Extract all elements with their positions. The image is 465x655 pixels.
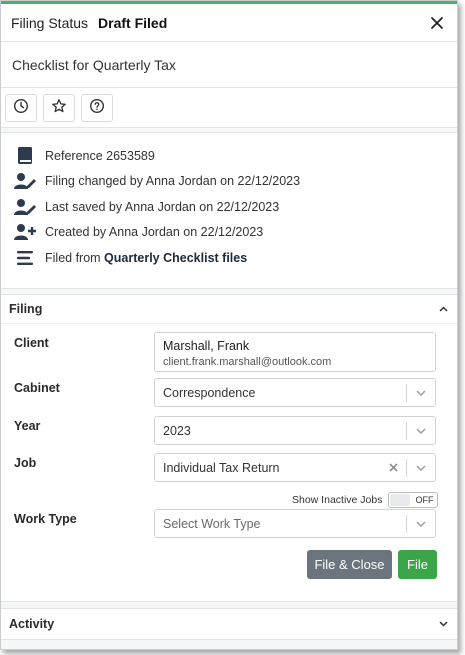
cabinet-value: Correspondence <box>163 385 256 400</box>
filing-status-value: Draft Filed <box>98 14 168 31</box>
cabinet-select[interactable]: Correspondence <box>154 378 436 407</box>
star-icon <box>51 98 67 117</box>
chevron-down-icon[interactable] <box>407 454 435 481</box>
toolbar <box>1 88 457 128</box>
filing-section-title: Filing <box>9 302 43 316</box>
show-inactive-jobs-row: Show Inactive Jobs OFF <box>292 492 439 508</box>
client-email: client.frank.marshall@outlook.com <box>163 356 332 368</box>
page-title: Checklist for Quarterly Tax <box>1 42 457 88</box>
job-select[interactable]: Individual Tax Return <box>154 453 436 482</box>
info-created: Created by Anna Jordan on 22/12/2023 <box>13 220 445 246</box>
filing-status-panel: Filing Status Draft Filed Checklist for … <box>0 0 458 650</box>
filed-from-source-link[interactable]: Quarterly Checklist files <box>104 251 247 265</box>
clear-icon[interactable] <box>380 454 406 481</box>
chevron-down-icon[interactable] <box>407 510 435 537</box>
client-name: Marshall, Frank <box>163 339 250 353</box>
show-inactive-jobs-label: Show Inactive Jobs <box>292 494 383 506</box>
info-changed: Filing changed by Anna Jordan on 22/12/2… <box>13 169 445 195</box>
user-plus-icon <box>13 222 37 242</box>
filing-section: Filing Client Marshall, Frank client.fra… <box>1 294 457 602</box>
close-icon[interactable] <box>427 13 447 33</box>
cabinet-label: Cabinet <box>14 381 60 395</box>
help-button[interactable] <box>81 93 113 122</box>
work-type-label: Work Type <box>14 512 77 526</box>
chevron-up-icon[interactable] <box>437 303 449 315</box>
info-saved: Last saved by Anna Jordan on 22/12/2023 <box>13 194 445 220</box>
user-edit-icon <box>13 197 37 217</box>
history-icon <box>13 98 29 117</box>
favorite-button[interactable] <box>43 93 75 122</box>
file-button[interactable]: File <box>398 550 437 579</box>
work-type-select[interactable]: Select Work Type <box>154 509 436 538</box>
filing-form: Client Marshall, Frank client.frank.mars… <box>1 324 457 601</box>
help-icon <box>89 98 105 117</box>
chevron-down-icon[interactable] <box>407 417 435 444</box>
history-button[interactable] <box>5 93 37 122</box>
filing-info: Reference 2653589 Filing changed by Anna… <box>1 132 457 289</box>
info-reference: Reference 2653589 <box>13 143 445 169</box>
user-edit-icon <box>13 171 37 191</box>
panel-header: Filing Status Draft Filed <box>1 4 457 42</box>
toggle-knob <box>390 494 411 506</box>
book-icon <box>13 146 37 166</box>
info-filed-from: Filed from Quarterly Checklist files <box>13 245 445 271</box>
client-field[interactable]: Marshall, Frank client.frank.marshall@ou… <box>154 332 436 372</box>
year-label: Year <box>14 419 41 433</box>
filed-from-prefix: Filed from <box>45 250 105 265</box>
activity-section-title: Activity <box>9 617 55 631</box>
client-label: Client <box>14 336 49 350</box>
show-inactive-jobs-toggle[interactable]: OFF <box>388 492 439 508</box>
chevron-down-icon[interactable] <box>407 379 435 406</box>
work-type-placeholder: Select Work Type <box>163 516 261 531</box>
job-label: Job <box>14 456 37 470</box>
year-select[interactable]: 2023 <box>154 416 436 445</box>
list-icon <box>13 248 37 268</box>
chevron-down-icon[interactable] <box>437 618 449 630</box>
filing-section-header[interactable]: Filing <box>1 295 457 324</box>
toggle-state: OFF <box>415 495 434 505</box>
file-and-close-button[interactable]: File & Close <box>307 550 392 579</box>
job-value: Individual Tax Return <box>163 460 280 475</box>
year-value: 2023 <box>163 423 191 438</box>
activity-section: Activity <box>1 608 457 640</box>
filing-status-label: Filing Status <box>11 14 89 31</box>
activity-section-header[interactable]: Activity <box>1 609 457 639</box>
